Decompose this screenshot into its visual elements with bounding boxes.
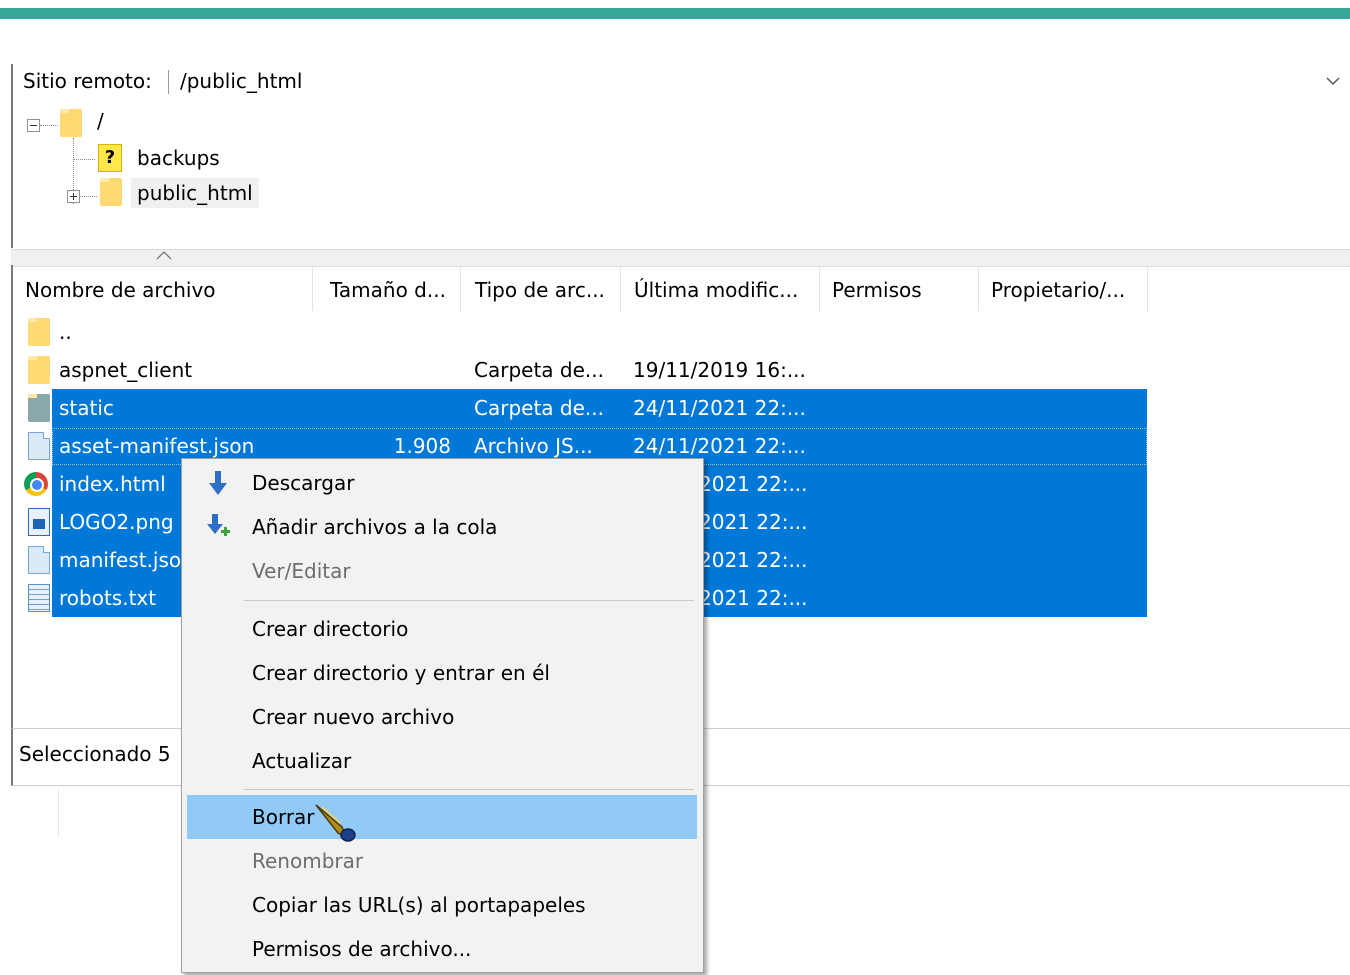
image-file-icon — [28, 508, 50, 536]
remote-directory-tree: / ? backups public_html — [11, 98, 1350, 248]
file-name: .. — [59, 320, 72, 344]
file-icon — [28, 432, 50, 460]
menu-item-delete[interactable]: Borrar — [187, 795, 697, 839]
add-to-queue-icon — [207, 514, 230, 536]
collapse-icon[interactable] — [27, 119, 40, 132]
pointer-cursor-icon — [315, 804, 356, 842]
remote-path-input[interactable]: /public_html — [180, 67, 302, 95]
menu-item-create-directory-enter[interactable]: Crear directorio y entrar en él — [187, 651, 697, 695]
unknown-folder-icon: ? — [98, 144, 122, 172]
chevron-down-icon[interactable] — [1324, 72, 1342, 90]
download-arrow-icon — [209, 471, 227, 495]
menu-item-file-permissions[interactable]: Permisos de archivo... — [187, 927, 697, 971]
file-name: aspnet_client — [59, 358, 193, 382]
column-header-modified[interactable]: Última modific... — [622, 265, 817, 313]
text-file-icon — [28, 584, 50, 612]
column-header-filename[interactable]: Nombre de archivo — [13, 265, 312, 313]
file-type: Carpeta de... — [474, 396, 604, 420]
menu-item-rename[interactable]: Renombrar — [187, 839, 697, 883]
file-row[interactable]: static Carpeta de... 24/11/2021 22:... — [13, 389, 1350, 427]
remote-site-label: Sitio remoto: — [23, 69, 152, 93]
menu-item-add-to-queue[interactable]: Añadir archivos a la cola — [187, 505, 697, 549]
menu-item-create-file[interactable]: Crear nuevo archivo — [187, 695, 697, 739]
menu-separator — [244, 600, 694, 601]
file-name: index.html — [59, 472, 166, 496]
file-list-header: Nombre de archivo Tamaño d... Tipo de ar… — [13, 265, 1350, 313]
file-modified: 2021 22:... — [699, 472, 808, 496]
menu-item-view-edit[interactable]: Ver/Editar — [187, 549, 697, 593]
file-row[interactable]: aspnet_client Carpeta de... 19/11/2019 1… — [13, 351, 1350, 389]
file-icon — [28, 546, 50, 574]
menu-item-create-directory[interactable]: Crear directorio — [187, 607, 697, 651]
column-header-size[interactable]: Tamaño d... — [318, 265, 464, 313]
folder-icon — [28, 318, 50, 346]
column-header-permissions[interactable]: Permisos — [820, 265, 978, 313]
column-header-type[interactable]: Tipo de arc... — [463, 265, 619, 313]
file-type: Carpeta de... — [474, 358, 604, 382]
sort-ascending-icon — [156, 251, 172, 260]
chrome-icon — [24, 472, 48, 496]
file-modified: 2021 22:... — [699, 586, 808, 610]
file-modified: 2021 22:... — [699, 548, 808, 572]
file-name: robots.txt — [59, 586, 157, 610]
folder-icon — [100, 178, 122, 206]
window-accent-bar — [0, 8, 1350, 19]
file-name: LOGO2.png — [59, 510, 174, 534]
column-header-owner[interactable]: Propietario/... — [979, 265, 1147, 313]
menu-item-download[interactable]: Descargar — [187, 461, 697, 505]
context-menu: Descargar Añadir archivos a la cola Ver/… — [181, 458, 704, 973]
file-name: static — [59, 396, 114, 420]
menu-item-copy-urls[interactable]: Copiar las URL(s) al portapapeles — [187, 883, 697, 927]
file-row-parent[interactable]: .. — [13, 313, 1350, 351]
menu-separator — [244, 789, 694, 790]
menu-item-refresh[interactable]: Actualizar — [187, 739, 697, 783]
folder-icon — [60, 109, 82, 137]
expand-icon[interactable] — [67, 190, 80, 203]
tree-item-backups[interactable]: backups — [137, 143, 220, 173]
remote-site-bar: Sitio remoto: /public_html — [11, 64, 1350, 248]
tree-root-label[interactable]: / — [97, 106, 104, 136]
folder-icon — [28, 356, 50, 384]
file-modified: 2021 22:... — [699, 510, 808, 534]
selection-status-text: Seleccionado 5 — [19, 742, 171, 766]
file-modified: 24/11/2021 22:... — [633, 396, 806, 420]
tree-item-public-html[interactable]: public_html — [131, 178, 259, 208]
file-modified: 19/11/2019 16:... — [633, 358, 806, 382]
folder-icon — [28, 394, 50, 422]
file-name: manifest.jso — [59, 548, 182, 572]
